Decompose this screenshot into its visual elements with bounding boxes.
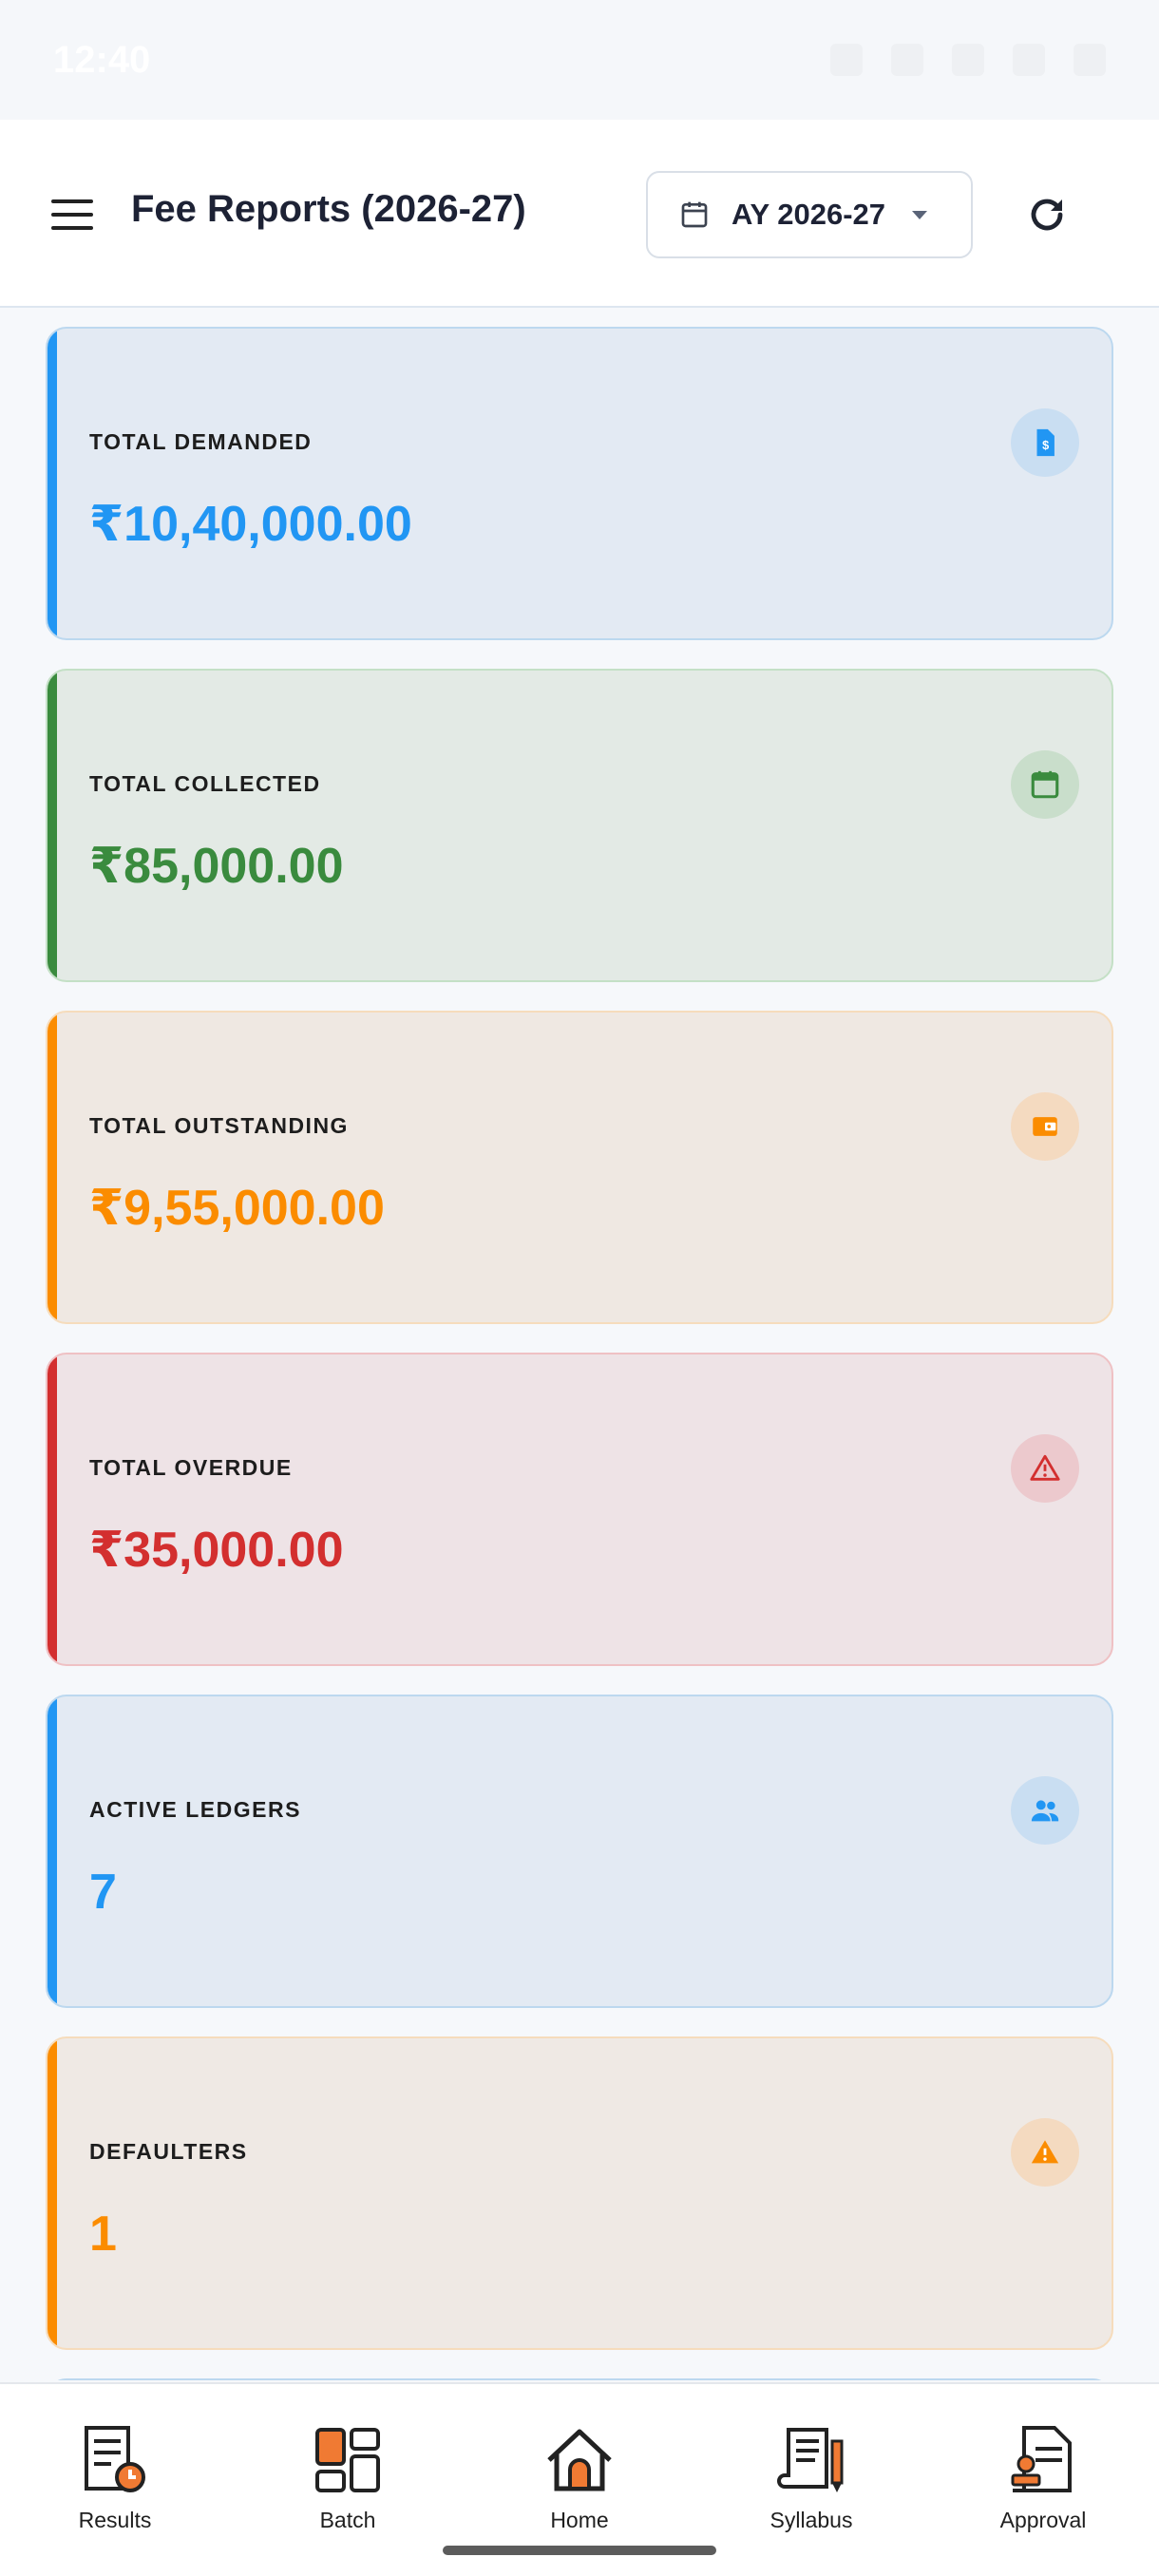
chevron-down-icon: [912, 210, 928, 219]
nav-label: Home: [550, 2508, 609, 2532]
calendar-icon: [681, 201, 708, 228]
svg-text:$: $: [1042, 438, 1049, 452]
wallet-icon: [1011, 1092, 1079, 1161]
signal-2-icon: [1013, 44, 1045, 76]
menu-icon[interactable]: [51, 199, 93, 232]
card-total-overdue: TOTAL OVERDUE ₹35,000.00: [46, 1353, 1113, 1666]
status-time: 12:40: [53, 38, 151, 81]
card-defaulters: DEFAULTERS 1: [46, 2036, 1113, 2350]
nav-home[interactable]: Home: [499, 2422, 660, 2533]
nav-approval[interactable]: Approval: [962, 2422, 1124, 2533]
card-accent-stripe: [48, 329, 57, 638]
batch-icon: [315, 2428, 380, 2492]
nav-batch[interactable]: Batch: [267, 2422, 428, 2533]
card-accent-stripe: [48, 671, 57, 980]
home-indicator[interactable]: [443, 2546, 716, 2555]
invoice-icon: $: [1011, 408, 1079, 477]
people-icon: [1011, 1776, 1079, 1845]
card-value: ₹85,000.00: [89, 839, 344, 894]
card-label: TOTAL OUTSTANDING: [89, 1113, 349, 1138]
summary-card-list: TOTAL DEMANDED ₹10,40,000.00 $ TOTAL COL…: [0, 310, 1159, 2380]
status-bar: 12:40: [0, 0, 1159, 120]
card-total-collected: TOTAL COLLECTED ₹85,000.00: [46, 669, 1113, 982]
card-label: DEFAULTERS: [89, 2139, 248, 2164]
card-value: ₹10,40,000.00: [89, 497, 412, 552]
card-partial: [46, 2378, 1113, 2380]
nav-label: Batch: [319, 2508, 376, 2532]
card-label: TOTAL DEMANDED: [89, 429, 313, 454]
app-bar: Fee Reports (2026-27) AY 2026-27: [0, 120, 1159, 308]
warning-outline-icon: [1011, 1434, 1079, 1503]
card-value: ₹9,55,000.00: [89, 1181, 385, 1236]
calendar-icon: [1011, 750, 1079, 819]
nav-results[interactable]: Results: [34, 2422, 196, 2533]
nav-label: Approval: [999, 2508, 1087, 2532]
home-icon: [547, 2429, 612, 2491]
call-icon: [830, 44, 863, 76]
card-active-ledgers: ACTIVE LEDGERS 7: [46, 1695, 1113, 2008]
nav-label: Results: [78, 2508, 152, 2532]
approval-icon: [1011, 2426, 1072, 2492]
card-label: TOTAL OVERDUE: [89, 1455, 293, 1480]
card-label: ACTIVE LEDGERS: [89, 1797, 301, 1822]
signal-icon: [952, 44, 984, 76]
page-title: Fee Reports (2026-27): [131, 188, 526, 230]
location-icon: [891, 44, 923, 76]
card-value: 7: [89, 1865, 117, 1920]
status-icons: [830, 44, 1106, 76]
card-accent-stripe: [48, 1354, 57, 1664]
card-accent-stripe: [48, 2038, 57, 2348]
card-accent-stripe: [48, 1696, 57, 2006]
card-total-demanded: TOTAL DEMANDED ₹10,40,000.00 $: [46, 327, 1113, 640]
academic-year-label: AY 2026-27: [732, 198, 886, 231]
nav-syllabus[interactable]: Syllabus: [731, 2422, 892, 2533]
warning-filled-icon: [1011, 2118, 1079, 2187]
refresh-icon[interactable]: [1024, 192, 1070, 237]
card-total-outstanding: TOTAL OUTSTANDING ₹9,55,000.00: [46, 1011, 1113, 1324]
card-value: 1: [89, 2207, 117, 2262]
card-accent-stripe: [48, 1013, 57, 1322]
battery-icon: [1074, 44, 1106, 76]
academic-year-dropdown[interactable]: AY 2026-27: [646, 171, 973, 258]
results-icon: [85, 2426, 145, 2492]
card-label: TOTAL COLLECTED: [89, 771, 321, 796]
syllabus-icon: [777, 2428, 844, 2492]
nav-label: Syllabus: [770, 2508, 853, 2532]
card-value: ₹35,000.00: [89, 1523, 344, 1578]
